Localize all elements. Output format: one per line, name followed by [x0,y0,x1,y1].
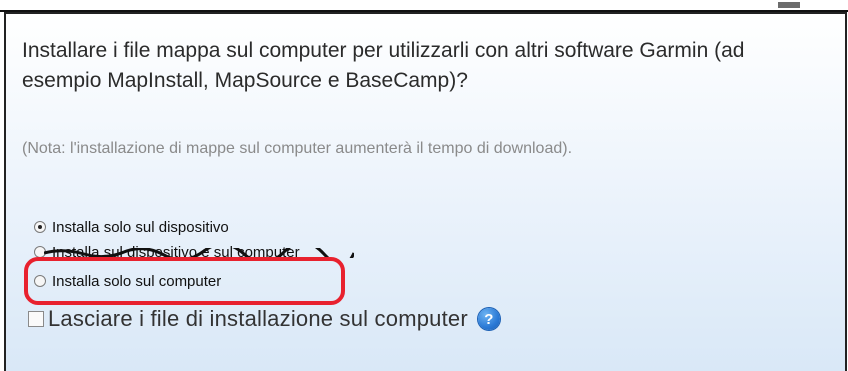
keep-install-files-option[interactable]: Lasciare i file di installazione sul com… [28,306,500,332]
option-device-only[interactable]: Installa solo sul dispositivo [34,217,229,237]
map-install-options-panel: Installare i file mappa sul computer per… [4,12,847,371]
scrollbar-thumb[interactable] [778,2,800,8]
install-note: (Nota: l'installazione di mappe sul comp… [22,140,573,157]
keep-files-checkbox[interactable] [28,311,44,327]
help-icon[interactable]: ? [477,308,500,330]
red-highlight-annotation [24,257,345,305]
keep-files-label: Lasciare i file di installazione sul com… [48,306,468,331]
option-label: Installa solo sul dispositivo [52,218,229,236]
install-question: Installare i file mappa sul computer per… [22,39,745,92]
radio-device-only[interactable] [34,221,46,233]
